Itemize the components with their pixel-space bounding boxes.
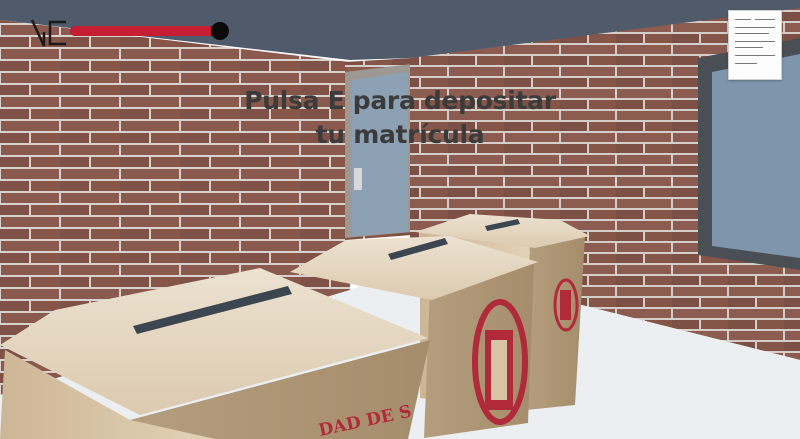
vc-logo-icon xyxy=(30,19,66,47)
health-bar xyxy=(70,26,220,36)
window-glass xyxy=(712,54,800,258)
interaction-prompt: Pulsa E para depositar tu matrícula xyxy=(200,84,600,152)
prompt-line-2: tu matrícula xyxy=(315,120,485,149)
prompt-line-1: Pulsa E para depositar xyxy=(244,86,556,115)
game-scene: DAD DE S xyxy=(0,0,800,439)
door-handle xyxy=(354,168,362,190)
enrollment-document-icon[interactable] xyxy=(728,10,782,80)
health-bar-knob xyxy=(211,22,229,40)
health-bar-fill xyxy=(70,26,211,36)
